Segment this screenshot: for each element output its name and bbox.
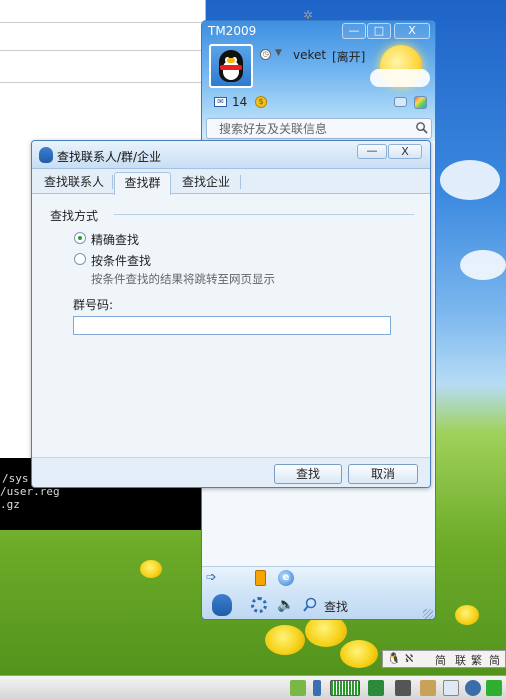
taskbar-clipboard-icon[interactable] [420, 680, 436, 696]
search-input[interactable] [207, 119, 407, 138]
dialog-minimize-button[interactable]: — [357, 144, 387, 159]
taskbar [0, 675, 506, 699]
taskbar-divider-icon [313, 680, 321, 696]
flower-decoration [265, 625, 305, 655]
tab-find-enterprise[interactable]: 查找企业 [173, 172, 239, 194]
ie-icon[interactable]: e [278, 570, 294, 586]
taskbar-app-icon[interactable] [290, 680, 306, 696]
arrow-icon[interactable]: ➩ [206, 570, 217, 585]
flower-decoration [140, 560, 162, 578]
dialog-titlebar[interactable]: 查找联系人/群/企业 — X [32, 141, 430, 169]
avatar[interactable] [209, 44, 253, 88]
flower-decoration [340, 640, 378, 668]
flower-decoration [455, 605, 479, 625]
tab-separator [240, 175, 241, 189]
penguin-scarf [220, 65, 242, 70]
ime-item[interactable]: 简 [489, 652, 500, 668]
resize-grip[interactable] [423, 609, 433, 619]
color-palette-icon[interactable] [414, 96, 427, 109]
taskbar-volume-icon[interactable] [443, 680, 459, 696]
qq-menu-icon[interactable] [212, 594, 232, 616]
hint-text: 按条件查找的结果将跳转至网页显示 [91, 272, 275, 286]
qq-minimize-button[interactable]: — [342, 23, 366, 39]
mail-icon[interactable]: ✉ [214, 97, 227, 107]
penguin-belly [223, 60, 239, 80]
clock-icon[interactable]: ◷ [260, 49, 271, 60]
phone-icon[interactable] [255, 570, 266, 586]
tab-find-contact[interactable]: 查找联系人 [36, 172, 112, 194]
qq-penguin-icon [39, 147, 53, 163]
divider [0, 50, 206, 51]
status-text[interactable]: [离开] [332, 48, 365, 65]
ime-item[interactable]: 简 [435, 652, 446, 668]
section-label: 查找方式 [50, 209, 99, 223]
caret-down-icon[interactable]: ▼ [275, 48, 282, 58]
conditional-search-label[interactable]: 按条件查找 [91, 252, 151, 269]
mail-count[interactable]: 14 [232, 95, 247, 109]
speaker-icon[interactable]: 🔈 [277, 597, 294, 613]
find-button[interactable]: 查找 [274, 464, 342, 484]
qq-maximize-button[interactable]: □ [367, 23, 391, 39]
taskbar-network-icon[interactable] [395, 680, 411, 696]
qq-header: TM2009 — □ X ◷ ▼ veket [离开] ✉ 14 $ [202, 21, 435, 141]
taskbar-user-icon[interactable] [465, 680, 481, 696]
search-icon[interactable] [415, 121, 428, 134]
conditional-search-radio[interactable] [74, 253, 86, 265]
divider [114, 214, 414, 215]
divider [0, 22, 206, 23]
penguin-beak [227, 58, 235, 63]
cloud-decoration [460, 250, 506, 280]
find-button[interactable]: 查找 [324, 598, 348, 615]
qq-app-bar: ➩ e [202, 566, 435, 590]
search-box [206, 118, 432, 139]
terminal-line: .gz [0, 498, 20, 511]
weather-cloud-icon [370, 69, 430, 87]
gear-icon[interactable] [251, 597, 267, 613]
exact-search-radio[interactable] [74, 232, 86, 244]
ime-penguin-icon[interactable]: 🐧 [387, 652, 401, 665]
dialog-footer: 查找 取消 [32, 457, 430, 487]
taskbar-battery-icon[interactable] [486, 680, 502, 696]
qq-window-title: TM2009 [208, 24, 257, 38]
find-icon[interactable] [303, 597, 318, 612]
exact-search-label[interactable]: 精确查找 [91, 231, 139, 248]
qq-close-button[interactable]: X [394, 23, 430, 39]
money-bag-icon[interactable]: $ [255, 96, 267, 108]
nickname: veket [293, 48, 327, 62]
tab-find-group[interactable]: 查找群 [114, 172, 171, 195]
ime-mode-icon[interactable]: ℵ [405, 652, 413, 665]
tab-separator [112, 175, 113, 189]
divider [0, 82, 206, 83]
tab-bar: 查找联系人 查找群 查找企业 [32, 169, 430, 195]
message-icon[interactable] [394, 97, 407, 107]
ime-item[interactable]: 联 [455, 652, 466, 668]
dialog-close-button[interactable]: X [388, 144, 422, 159]
ime-item[interactable]: 繁 [471, 652, 482, 668]
taskbar-app-icon[interactable] [368, 680, 384, 696]
cloud-decoration [440, 160, 500, 200]
qq-bottom-toolbar: 🔈 查找 [202, 590, 435, 619]
taskbar-monitor-icon[interactable] [330, 680, 360, 696]
group-number-field[interactable] [73, 316, 391, 335]
group-number-label: 群号码: [73, 298, 114, 312]
cancel-button[interactable]: 取消 [348, 464, 418, 484]
dialog-title: 查找联系人/群/企业 [57, 150, 162, 164]
input-method-bar: 🐧 ℵ 简 联 繁 简 [382, 650, 506, 668]
find-dialog: 查找联系人/群/企业 — X 查找联系人 查找群 查找企业 查找方式 精确查找 … [31, 140, 431, 488]
